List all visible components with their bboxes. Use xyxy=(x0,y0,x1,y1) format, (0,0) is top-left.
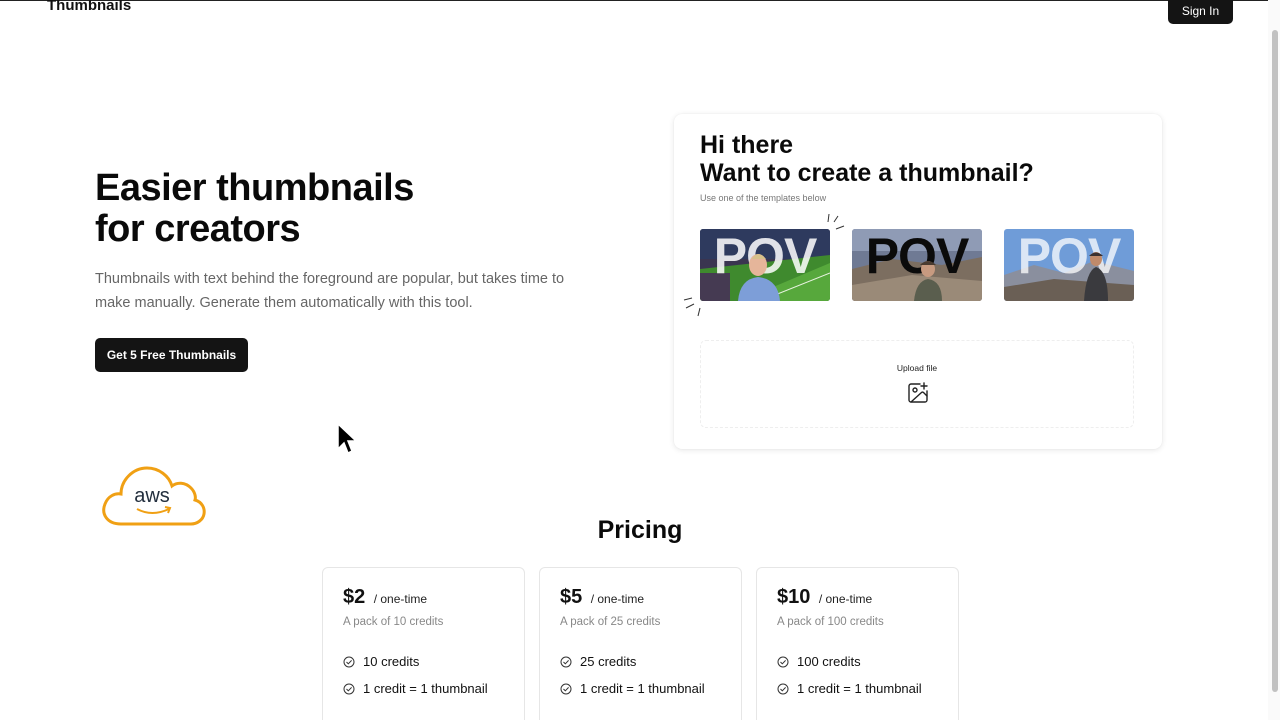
hero-title: Easier thumbnails for creators xyxy=(95,168,414,250)
brand-logo-text[interactable]: Thumbnails xyxy=(47,0,131,14)
price-period: / one-time xyxy=(818,592,873,606)
hero-title-line-2: for creators xyxy=(95,208,301,250)
check-circle-icon xyxy=(343,683,355,694)
price-period: / one-time xyxy=(590,592,645,606)
feature-text: 10 credits xyxy=(363,654,420,669)
template-thumbnail-3[interactable]: POV xyxy=(1004,229,1134,301)
check-circle-icon xyxy=(560,683,572,694)
hero-title-line-1: Easier thumbnails xyxy=(95,167,414,209)
pricing-card-pro[interactable]: $10 / one-time A pack of 100 credits 100… xyxy=(756,567,959,720)
card-title: Hi there Want to create a thumbnail? xyxy=(700,131,1034,187)
person-foreground xyxy=(1084,252,1108,301)
get-free-thumbnails-button[interactable]: Get 5 Free Thumbnails xyxy=(95,338,248,372)
feature-text: 100 credits xyxy=(797,654,861,669)
feature-item: 1 credit = 1 thumbnail xyxy=(343,681,488,696)
scrollbar-thumb[interactable] xyxy=(1272,30,1278,692)
price-amount: $10 xyxy=(777,586,811,608)
check-circle-icon xyxy=(343,656,355,667)
feature-text: 1 credit = 1 thumbnail xyxy=(580,681,705,696)
check-circle-icon xyxy=(777,683,789,694)
feature-item: 100 credits xyxy=(777,654,861,669)
price-line: $5 / one-time xyxy=(560,586,644,609)
sign-in-button[interactable]: Sign In xyxy=(1168,0,1233,24)
price-line: $10 / one-time xyxy=(777,586,872,609)
upload-dropzone[interactable]: Upload file xyxy=(700,340,1134,428)
card-title-line-2: Want to create a thumbnail? xyxy=(700,159,1034,187)
check-circle-icon xyxy=(560,656,572,667)
feature-item: 25 credits xyxy=(560,654,636,669)
card-subtitle: Use one of the templates below xyxy=(700,193,827,203)
hero-subtitle-line-2: make manually. Generate them automatical… xyxy=(95,295,473,311)
feature-item: 1 credit = 1 thumbnail xyxy=(560,681,705,696)
window-top-border xyxy=(0,0,1280,1)
price-description: A pack of 25 credits xyxy=(560,616,661,628)
thumbnail-generator-card: Hi there Want to create a thumbnail? Use… xyxy=(674,114,1162,449)
price-description: A pack of 100 credits xyxy=(777,616,884,628)
card-title-line-1: Hi there xyxy=(700,131,794,159)
upload-label: Upload file xyxy=(896,363,938,373)
hero-subtitle: Thumbnails with text behind the foregrou… xyxy=(95,267,635,315)
pricing-card-basic[interactable]: $2 / one-time A pack of 10 credits 10 cr… xyxy=(322,567,525,720)
template-thumbnail-2[interactable]: POV xyxy=(852,229,982,301)
feature-item: 10 credits xyxy=(343,654,419,669)
template-thumbnail-1[interactable]: POV xyxy=(700,229,830,301)
aws-logo-text: aws xyxy=(134,485,170,507)
pricing-title: Pricing xyxy=(597,516,683,544)
check-circle-icon xyxy=(777,656,789,667)
image-plus-icon[interactable] xyxy=(906,381,930,405)
person-foreground xyxy=(914,261,942,301)
pricing-card-standard[interactable]: $5 / one-time A pack of 25 credits 25 cr… xyxy=(539,567,742,720)
price-amount: $2 xyxy=(343,586,366,608)
feature-item: 1 credit = 1 thumbnail xyxy=(777,681,922,696)
feature-text: 25 credits xyxy=(580,654,637,669)
person-foreground xyxy=(738,254,780,301)
feature-text: 1 credit = 1 thumbnail xyxy=(797,681,922,696)
price-line: $2 / one-time xyxy=(343,586,427,609)
price-amount: $5 xyxy=(560,586,583,608)
feature-text: 1 credit = 1 thumbnail xyxy=(363,681,488,696)
hero-subtitle-line-1: Thumbnails with text behind the foregrou… xyxy=(95,271,565,287)
mouse-cursor-icon xyxy=(337,422,358,455)
price-description: A pack of 10 credits xyxy=(343,616,444,628)
price-period: / one-time xyxy=(373,592,428,606)
